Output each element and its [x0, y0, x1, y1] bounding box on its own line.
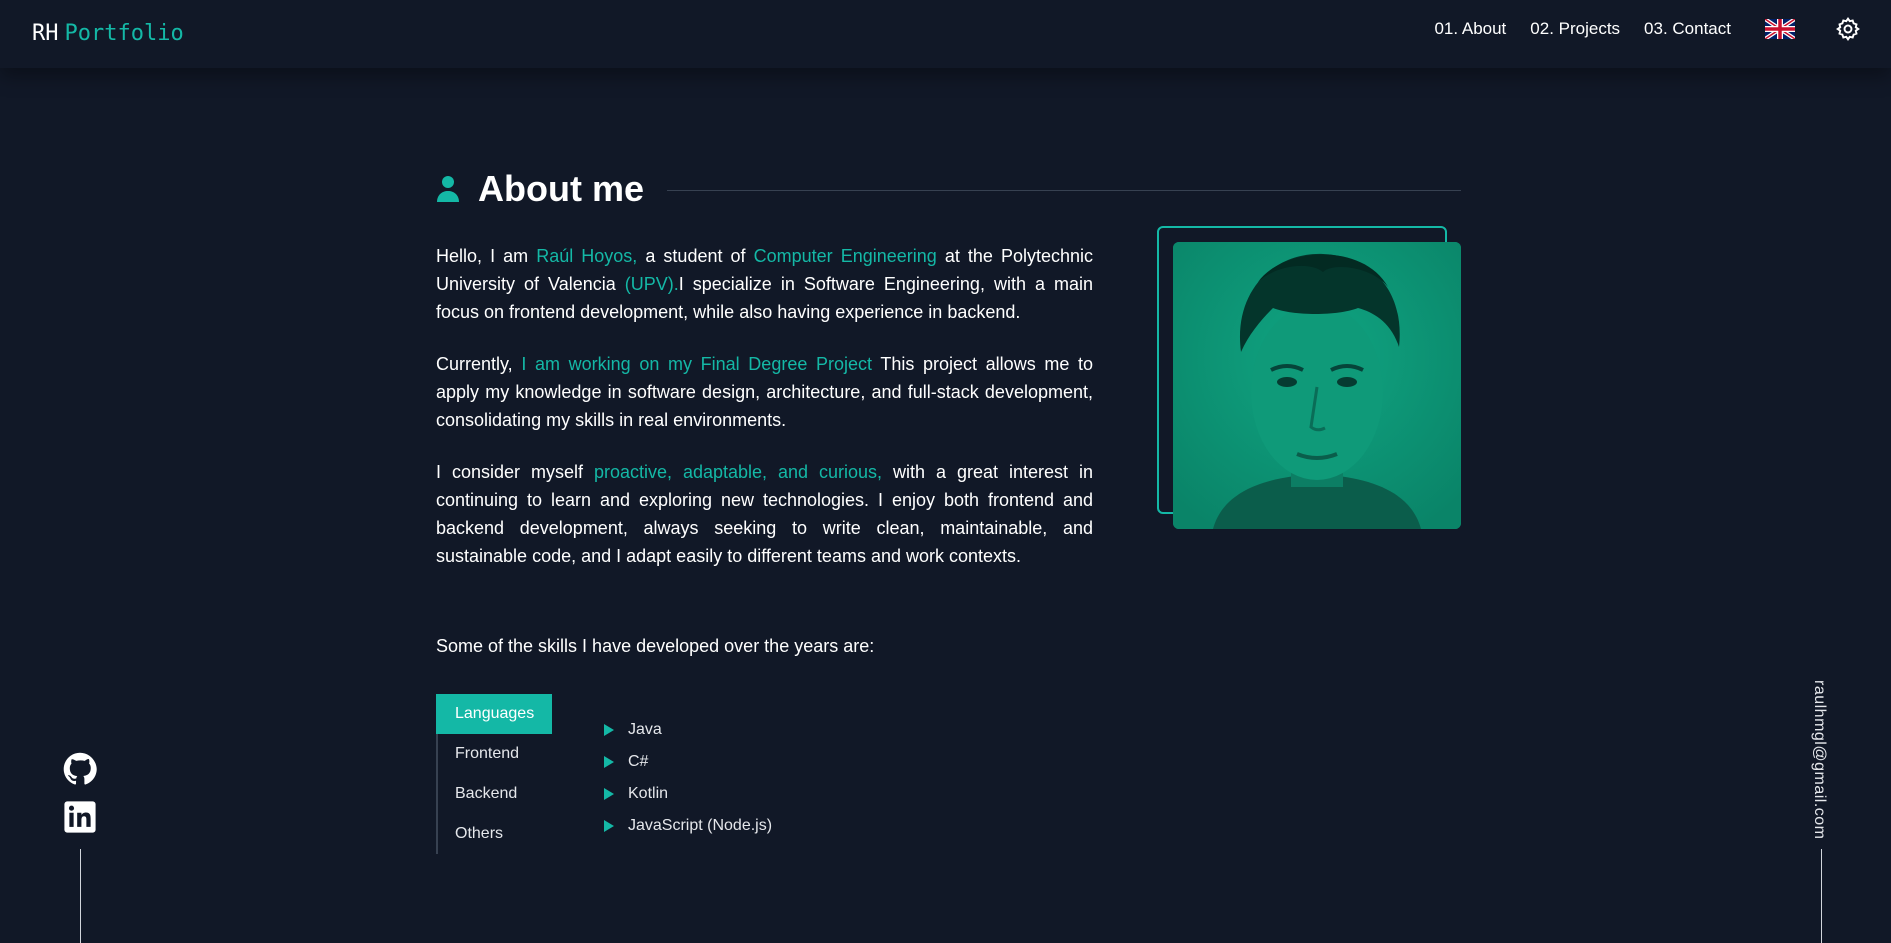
- uk-flag-icon[interactable]: [1765, 19, 1795, 39]
- brand-initials: RH: [32, 21, 59, 46]
- nav-link-projects[interactable]: 02. Projects: [1530, 19, 1620, 39]
- list-item: Java: [604, 714, 772, 746]
- about-paragraph-3: I consider myself proactive, adaptable, …: [436, 458, 1093, 570]
- list-item: Kotlin: [604, 778, 772, 810]
- triangle-bullet-icon: [604, 724, 614, 736]
- portrait-image: [1173, 242, 1461, 529]
- about-paragraph-1: Hello, I am Raúl Hoyos, a student of Com…: [436, 242, 1093, 326]
- skill-label: Kotlin: [628, 785, 669, 802]
- skills-intro: Some of the skills I have developed over…: [436, 636, 875, 656]
- profile-photo: [1173, 242, 1461, 529]
- triangle-bullet-icon: [604, 820, 614, 832]
- list-item: C#: [604, 746, 772, 778]
- email-link[interactable]: raulhmgl@gmail.com: [1808, 680, 1828, 840]
- left-divider-line: [80, 849, 81, 943]
- highlight-degree: Computer Engineering: [753, 246, 937, 266]
- tab-others[interactable]: Others: [438, 814, 552, 854]
- tab-languages[interactable]: Languages: [436, 694, 552, 734]
- brand-logo[interactable]: RH Portfolio: [32, 21, 184, 46]
- highlight-project: I am working on my Final Degree Project: [521, 354, 873, 374]
- page-title: About me: [478, 168, 644, 209]
- triangle-bullet-icon: [604, 788, 614, 800]
- text: Currently,: [436, 354, 522, 374]
- about-paragraph-2: Currently, I am working on my Final Degr…: [436, 350, 1093, 434]
- text: I consider myself: [436, 462, 594, 482]
- tab-frontend[interactable]: Frontend: [438, 734, 552, 774]
- nav-link-contact[interactable]: 03. Contact: [1644, 19, 1731, 39]
- highlight-university: (UPV).: [624, 274, 679, 294]
- list-item: JavaScript (Node.js): [604, 810, 772, 842]
- right-divider-line: [1821, 849, 1822, 943]
- tab-backend[interactable]: Backend: [438, 774, 552, 814]
- github-icon[interactable]: [63, 752, 97, 786]
- highlight-name: Raúl Hoyos,: [536, 246, 638, 266]
- about-description: Hello, I am Raúl Hoyos, a student of Com…: [436, 242, 1093, 594]
- social-links: [63, 752, 97, 848]
- triangle-bullet-icon: [604, 756, 614, 768]
- about-heading: About me: [436, 168, 644, 210]
- site-header: RH Portfolio 01. About 02. Projects 03. C…: [0, 0, 1891, 68]
- text: a student of: [637, 246, 754, 266]
- text: Hello, I am: [436, 246, 537, 266]
- title-divider: [667, 190, 1461, 191]
- skills-tabs: Languages Frontend Backend Others: [436, 694, 552, 854]
- linkedin-icon[interactable]: [63, 800, 97, 834]
- user-icon: [437, 176, 459, 202]
- main-nav: 01. About 02. Projects 03. Contact: [1434, 16, 1861, 42]
- skill-list: Java C# Kotlin JavaScript (Node.js): [604, 714, 772, 842]
- highlight-traits: proactive, adaptable, and curious,: [593, 462, 883, 482]
- skill-label: Java: [628, 721, 662, 738]
- gear-icon[interactable]: [1835, 16, 1861, 42]
- skill-label: C#: [628, 753, 649, 770]
- skill-label: JavaScript (Node.js): [628, 817, 773, 834]
- nav-link-about[interactable]: 01. About: [1434, 19, 1506, 39]
- brand-name: Portfolio: [64, 21, 184, 46]
